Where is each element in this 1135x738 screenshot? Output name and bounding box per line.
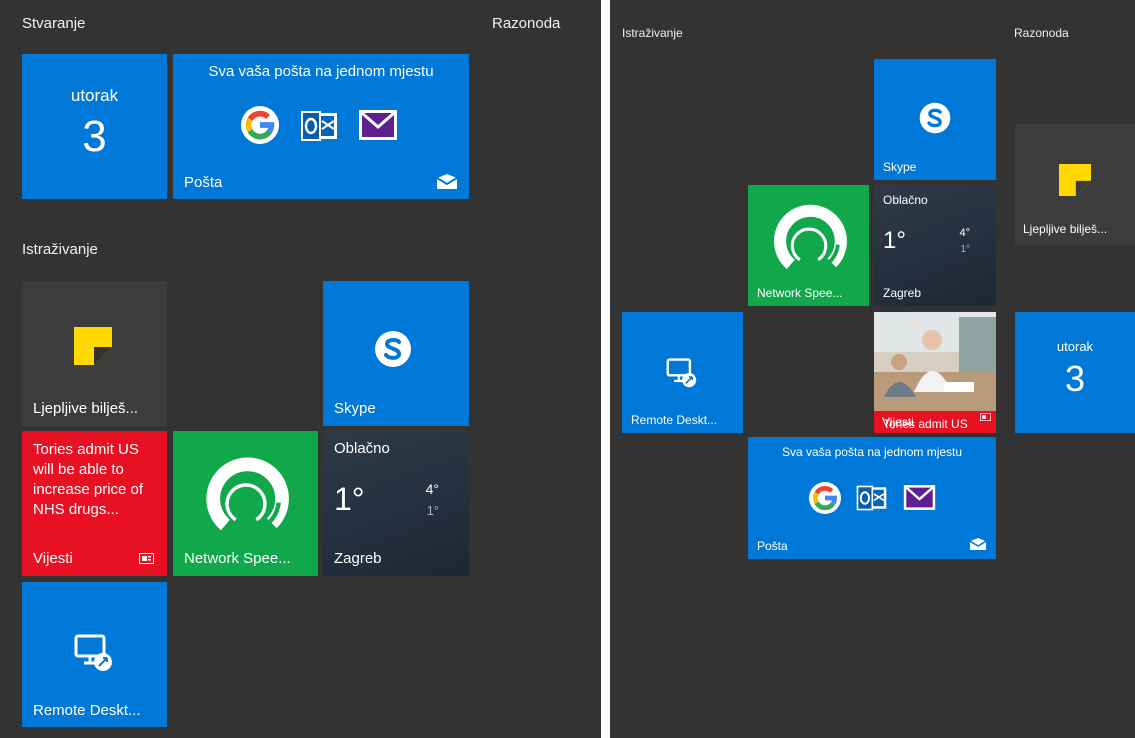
mail-header-right: Sva vaša pošta na jednom mjestu (781, 445, 963, 459)
news-badge-icon (980, 413, 991, 421)
skype-icon (375, 331, 411, 367)
skype-tile-right[interactable]: Skype (874, 59, 996, 180)
weather-low: 1° (426, 503, 439, 518)
news-headline: Tories admit US will be able to increase… (33, 441, 144, 518)
news-headline-overlay: Tories admit US (883, 417, 968, 431)
network-speed-tile-right[interactable]: Network Spee... (748, 185, 869, 306)
google-icon (809, 482, 841, 514)
network-speed-label-right: Network Spee... (757, 286, 843, 300)
mail-header: Sva vaša pošta na jednom mjestu (208, 63, 434, 80)
weather-city-right: Zagreb (883, 286, 922, 300)
calendar-day-name: utorak (70, 86, 119, 105)
skype-tile[interactable]: Skype (323, 281, 469, 426)
sticky-notes-label: Ljepljive bilješ... (33, 400, 139, 417)
remote-desktop-label-right: Remote Deskt... (631, 413, 718, 427)
news-badge-icon (139, 553, 154, 564)
remote-desktop-label: Remote Deskt... (33, 702, 141, 719)
sticky-notes-tile[interactable]: Ljepljive bilješ... (22, 281, 167, 426)
skype-label-right: Skype (883, 160, 917, 174)
network-speed-gauge-icon (206, 457, 289, 531)
news-tile-right[interactable]: Vijesti Tories admit US (874, 312, 996, 433)
calendar-day-name-right: utorak (1056, 339, 1094, 354)
weather-condition: Oblačno (334, 440, 390, 457)
mail-badge-icon (437, 174, 457, 189)
group-title-istrazivanje[interactable]: Istraživanje (22, 241, 98, 258)
group-title-istrazivanje-right[interactable]: Istraživanje (622, 26, 683, 40)
start-menu-right-view: Istraživanje Razonoda Skype Ljepljive bi… (610, 0, 1135, 738)
network-speed-tile[interactable]: Network Spee... (173, 431, 318, 576)
network-speed-gauge-icon (773, 204, 847, 269)
google-icon (241, 106, 279, 144)
skype-icon (919, 102, 951, 134)
outlook-icon (856, 485, 887, 511)
weather-high: 4° (425, 481, 439, 497)
group-title-razonoda-right[interactable]: Razonoda (1014, 26, 1069, 40)
calendar-day-number: 3 (82, 112, 107, 161)
weather-condition-right: Oblačno (883, 193, 928, 207)
outlook-icon (301, 111, 337, 141)
weather-temperature: 1° (334, 481, 365, 517)
remote-desktop-icon (666, 358, 697, 388)
remote-desktop-icon (74, 634, 112, 671)
network-speed-label: Network Spee... (184, 550, 291, 567)
weather-tile[interactable]: Oblačno 1° 4° 1° Zagreb (323, 431, 469, 576)
sticky-notes-label-right: Ljepljive bilješ... (1023, 222, 1108, 236)
news-tile[interactable]: Tories admit US will be able to increase… (22, 431, 167, 576)
weather-city: Zagreb (334, 550, 382, 567)
calendar-day-number-right: 3 (1064, 358, 1086, 399)
calendar-tile-right[interactable]: utorak 3 (1015, 312, 1135, 433)
mail-tile[interactable]: Sva vaša pošta na jednom mjestu Pošta (173, 54, 469, 199)
weather-tile-right[interactable]: Oblačno 1° 4° 1° Zagreb (874, 185, 996, 306)
weather-temperature-right: 1° (883, 227, 906, 254)
mail-label-right: Pošta (757, 539, 788, 553)
sticky-note-icon (74, 327, 112, 365)
sticky-note-icon (1059, 164, 1091, 196)
group-title-razonoda[interactable]: Razonoda (492, 15, 560, 32)
weather-high-right: 4° (959, 227, 970, 239)
mail-envelope-icon (359, 110, 397, 140)
sticky-notes-tile-right[interactable]: Ljepljive bilješ... (1015, 124, 1135, 245)
start-menu-left-view: Stvaranje Razonoda utorak 3 Sva vaša poš… (0, 0, 601, 738)
skype-label: Skype (334, 400, 376, 417)
mail-tile-right[interactable]: Sva vaša pošta na jednom mjestu Pošta (748, 437, 996, 559)
mail-label: Pošta (184, 174, 223, 191)
news-label: Vijesti (33, 550, 73, 567)
group-title-stvaranje[interactable]: Stvaranje (22, 15, 85, 32)
mail-badge-icon (970, 538, 986, 550)
remote-desktop-tile[interactable]: Remote Deskt... (22, 582, 167, 727)
mail-envelope-icon (903, 485, 936, 510)
weather-low-right: 1° (960, 244, 970, 255)
calendar-tile[interactable]: utorak 3 (22, 54, 167, 199)
remote-desktop-tile-right[interactable]: Remote Deskt... (622, 312, 743, 433)
